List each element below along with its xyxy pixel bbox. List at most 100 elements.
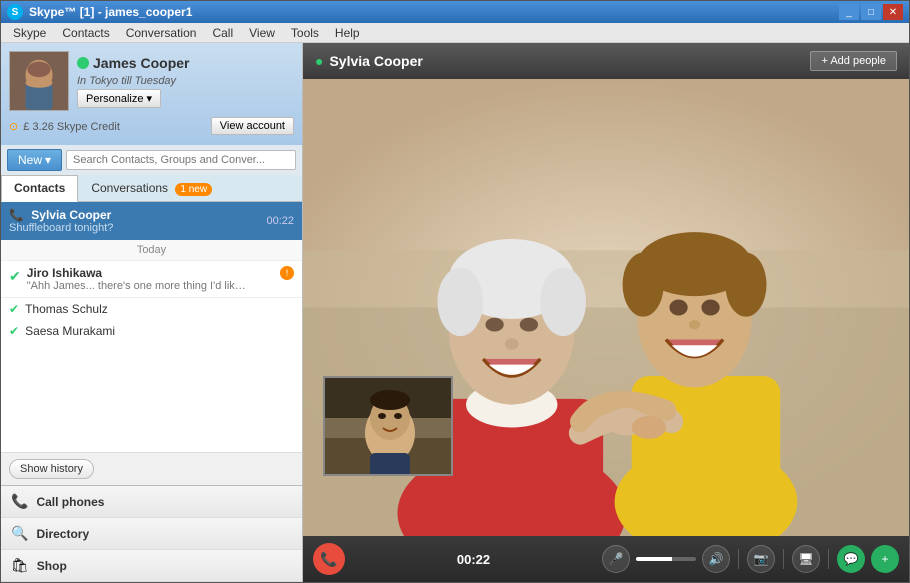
list-item[interactable]: ✔ Saesa Murakami bbox=[1, 320, 302, 342]
menu-call[interactable]: Call bbox=[204, 24, 241, 42]
app-window: S Skype™ [1] - james_cooper1 _ □ ✕ Skype… bbox=[0, 0, 910, 583]
new-search-row: New ▾ bbox=[1, 145, 302, 175]
notification-badge: ! bbox=[280, 266, 294, 280]
status-indicator bbox=[77, 57, 89, 69]
conv-item-name: Jiro Ishikawa bbox=[27, 266, 274, 280]
menu-contacts[interactable]: Contacts bbox=[54, 24, 117, 42]
add-people-button[interactable]: + Add people bbox=[810, 51, 897, 71]
titlebar: S Skype™ [1] - james_cooper1 _ □ ✕ bbox=[1, 1, 909, 23]
credit-amount: £ 3.26 Skype Credit bbox=[23, 121, 120, 133]
user-info: James Cooper In Tokyo till Tuesday Perso… bbox=[77, 55, 294, 108]
close-button[interactable]: ✕ bbox=[883, 4, 903, 20]
video-area bbox=[303, 79, 909, 536]
menu-conversation[interactable]: Conversation bbox=[118, 24, 205, 42]
menu-view[interactable]: View bbox=[241, 24, 283, 42]
tab-contacts[interactable]: Contacts bbox=[1, 175, 78, 202]
user-name-row: James Cooper bbox=[77, 55, 294, 71]
contact-status-icon: ✔ bbox=[9, 302, 19, 316]
add-contact-button[interactable]: + bbox=[871, 545, 899, 573]
view-account-row: ⊙ £ 3.26 Skype Credit View account bbox=[9, 115, 294, 137]
separator bbox=[828, 549, 829, 569]
self-view bbox=[323, 376, 453, 476]
volume-button[interactable]: 🔊 bbox=[702, 545, 730, 573]
view-account-button[interactable]: View account bbox=[211, 117, 294, 135]
maximize-button[interactable]: □ bbox=[861, 4, 881, 20]
titlebar-controls: _ □ ✕ bbox=[839, 4, 903, 20]
minimize-button[interactable]: _ bbox=[839, 4, 859, 20]
search-input[interactable] bbox=[66, 150, 296, 170]
titlebar-left: S Skype™ [1] - james_cooper1 bbox=[7, 4, 192, 20]
menu-skype[interactable]: Skype bbox=[5, 24, 54, 42]
contact-status-icon: ✔ bbox=[9, 324, 19, 338]
window-title: Skype™ [1] - james_cooper1 bbox=[29, 5, 192, 19]
menubar: Skype Contacts Conversation Call View To… bbox=[1, 23, 909, 43]
list-item[interactable]: ✔ Thomas Schulz bbox=[1, 298, 302, 320]
microphone-button[interactable]: 🎤 bbox=[602, 545, 630, 573]
credit-icon: ⊙ bbox=[9, 121, 18, 133]
shop-icon: 🛍 bbox=[11, 557, 29, 574]
user-profile-top: James Cooper In Tokyo till Tuesday Perso… bbox=[9, 51, 294, 111]
tabs: Contacts Conversations 1 new bbox=[1, 175, 302, 202]
user-profile: James Cooper In Tokyo till Tuesday Perso… bbox=[1, 43, 302, 145]
menu-tools[interactable]: Tools bbox=[283, 24, 327, 42]
self-view-svg bbox=[325, 378, 453, 476]
right-panel: ● Sylvia Cooper + Add people bbox=[303, 43, 909, 582]
separator bbox=[783, 549, 784, 569]
credit-info: ⊙ £ 3.26 Skype Credit bbox=[9, 120, 120, 133]
call-phones-label: Call phones bbox=[36, 495, 104, 509]
show-history-row: Show history bbox=[1, 452, 302, 485]
volume-slider[interactable] bbox=[636, 557, 696, 561]
contact-status-icon: ✔ bbox=[9, 268, 21, 285]
avatar-image bbox=[10, 52, 68, 110]
separator bbox=[738, 549, 739, 569]
contact-name: Saesa Murakami bbox=[25, 324, 115, 338]
microphone-icon: 🎤 bbox=[609, 552, 624, 566]
conversations-badge: 1 new bbox=[175, 183, 212, 196]
main-video bbox=[303, 79, 909, 536]
nav-call-phones[interactable]: 📞 Call phones bbox=[1, 486, 302, 518]
camera-button[interactable]: 📷 bbox=[747, 545, 775, 573]
chat-button[interactable]: 💬 bbox=[837, 545, 865, 573]
main-content: James Cooper In Tokyo till Tuesday Perso… bbox=[1, 43, 909, 582]
new-button-label: New bbox=[18, 153, 42, 167]
phone-icon: 📞 bbox=[9, 208, 24, 222]
conversations-list: 📞 Sylvia Cooper Shuffleboard tonight? 00… bbox=[1, 202, 302, 452]
conv-item-info: Jiro Ishikawa "Ahh James... there's one … bbox=[27, 266, 274, 292]
active-conversation-item[interactable]: 📞 Sylvia Cooper Shuffleboard tonight? 00… bbox=[1, 202, 302, 240]
screen-share-button[interactable]: 🖥 bbox=[792, 545, 820, 573]
end-call-icon: 📞 bbox=[320, 551, 337, 568]
end-call-button[interactable]: 📞 bbox=[313, 543, 345, 575]
video-status-icon: ● bbox=[315, 53, 323, 69]
menu-help[interactable]: Help bbox=[327, 24, 368, 42]
list-item[interactable]: ✔ Jiro Ishikawa "Ahh James... there's on… bbox=[1, 261, 302, 298]
avatar-svg bbox=[10, 51, 68, 111]
today-header: Today bbox=[1, 240, 302, 261]
call-timer: 00:22 bbox=[351, 552, 596, 567]
conv-left: 📞 Sylvia Cooper Shuffleboard tonight? bbox=[9, 208, 113, 234]
conv-preview: Shuffleboard tonight? bbox=[9, 222, 113, 234]
nav-shop[interactable]: 🛍 Shop bbox=[1, 550, 302, 582]
screen-share-icon: 🖥 bbox=[798, 552, 813, 566]
user-name: James Cooper bbox=[93, 55, 189, 71]
new-button[interactable]: New ▾ bbox=[7, 149, 62, 171]
user-status-text: In Tokyo till Tuesday bbox=[77, 75, 294, 87]
directory-label: Directory bbox=[36, 527, 89, 541]
shop-label: Shop bbox=[37, 559, 67, 573]
nav-directory[interactable]: 🔍 Directory bbox=[1, 518, 302, 550]
video-contact-name: ● Sylvia Cooper bbox=[315, 53, 423, 69]
show-history-button[interactable]: Show history bbox=[9, 459, 94, 479]
conv-time: 00:22 bbox=[266, 215, 294, 227]
video-header: ● Sylvia Cooper + Add people bbox=[303, 43, 909, 79]
camera-icon: 📷 bbox=[754, 552, 769, 566]
new-button-arrow: ▾ bbox=[45, 153, 51, 167]
contact-name: Thomas Schulz bbox=[25, 302, 108, 316]
volume-icon: 🔊 bbox=[709, 552, 724, 566]
avatar bbox=[9, 51, 69, 111]
add-icon: + bbox=[881, 552, 888, 566]
directory-icon: 🔍 bbox=[11, 525, 28, 542]
personalize-button[interactable]: Personalize ▾ bbox=[77, 89, 161, 108]
tab-conversations[interactable]: Conversations 1 new bbox=[78, 175, 225, 201]
conv-contact-name: Sylvia Cooper bbox=[31, 208, 111, 222]
skype-logo: S bbox=[7, 4, 23, 20]
video-controls: 📞 00:22 🎤 🔊 📷 🖥 bbox=[303, 536, 909, 582]
